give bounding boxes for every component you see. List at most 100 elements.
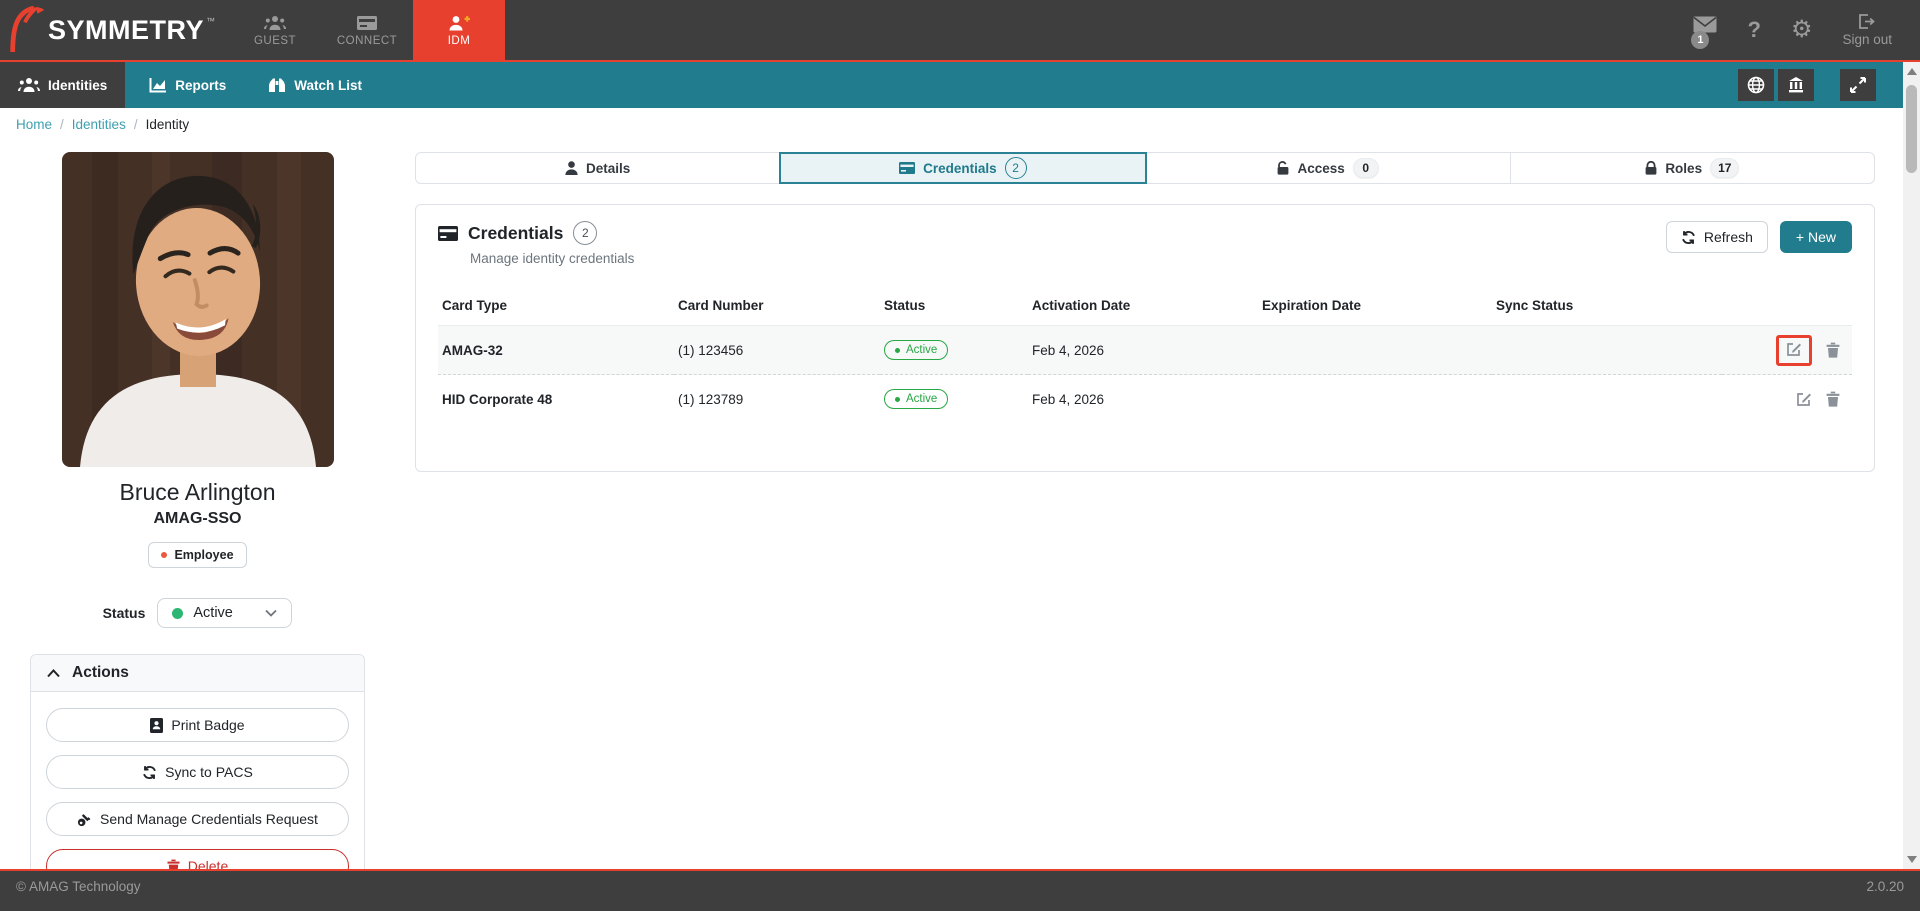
credentials-title: Credentials — [468, 222, 564, 243]
tab-roles[interactable]: Roles 17 — [1509, 152, 1875, 185]
refresh-button[interactable]: Refresh — [1665, 221, 1768, 254]
status-dot-icon — [895, 347, 900, 353]
edit-pencil-icon — [1797, 393, 1811, 407]
status-dot-icon — [895, 396, 900, 402]
credentials-table: Card Type Card Number Status Activation … — [438, 288, 1852, 424]
scrollbar-thumb[interactable] — [1906, 85, 1917, 173]
send-manage-credentials-request-button[interactable]: Send Manage Credentials Request — [46, 802, 349, 837]
edit-pencil-icon — [1787, 343, 1801, 356]
action-label: Print Badge — [171, 717, 245, 734]
trash-icon — [1826, 392, 1840, 407]
status-text: Active — [906, 344, 938, 357]
tab-label: Roles — [1665, 160, 1703, 176]
action-label: Send Manage Credentials Request — [100, 811, 318, 828]
tab-label: Credentials — [923, 160, 997, 176]
tab-label: Access — [1297, 160, 1345, 176]
tab-credentials[interactable]: Credentials 2 — [779, 152, 1147, 185]
chevron-down-icon — [265, 610, 278, 618]
delete-identity-button[interactable]: Delete — [46, 849, 349, 869]
messages-button[interactable]: 1 — [1691, 16, 1717, 49]
nav-item-watch-list[interactable]: Watch List — [250, 62, 380, 108]
app-window: SYMMETRY ™ GUEST CONNECT IDM 1 ? ⚙ Sign … — [0, 0, 1920, 911]
employee-dot-icon — [161, 552, 168, 559]
binoculars-icon — [269, 78, 286, 92]
sign-out-label: Sign out — [1842, 31, 1892, 47]
eagle-logo-icon — [10, 5, 45, 52]
main-content: Bruce Arlington AMAG-SSO Employee Status… — [0, 140, 1920, 869]
module-nav: Identities Reports Watch List — [0, 62, 1920, 108]
sign-out-icon — [1859, 13, 1876, 29]
credit-card-icon — [899, 162, 916, 175]
tab-details[interactable]: Details — [415, 152, 781, 185]
sync-to-pacs-button[interactable]: Sync to PACS — [46, 755, 349, 790]
credential-row: HID Corporate 48 (1) 123789 Active Feb 4… — [438, 374, 1852, 424]
scroll-up-arrow-icon[interactable] — [1906, 68, 1917, 75]
column-header: Sync Status — [1492, 288, 1722, 327]
version-text: 2.0.20 — [1866, 879, 1904, 894]
app-tab-guest[interactable]: GUEST — [229, 0, 321, 62]
identity-tabs: Details Credentials 2 Access 0 Roles 17 — [415, 152, 1875, 185]
breadcrumb-home[interactable]: Home — [16, 117, 52, 132]
delete-credential-button[interactable] — [1826, 391, 1840, 407]
actions-panel-header[interactable]: Actions — [31, 655, 364, 693]
nav-item-label: Identities — [48, 77, 108, 93]
sync-status-cell — [1492, 374, 1722, 424]
breadcrumb-identities[interactable]: Identities — [72, 117, 126, 132]
status-badge: Active — [884, 389, 949, 410]
activation-date-cell: Feb 4, 2026 — [1032, 342, 1105, 358]
tab-label: Details — [585, 160, 631, 176]
nav-item-reports[interactable]: Reports — [131, 62, 244, 108]
activation-date-cell: Feb 4, 2026 — [1028, 374, 1258, 424]
sync-icon — [143, 765, 156, 779]
language-button[interactable] — [1738, 69, 1774, 101]
vertical-scrollbar[interactable] — [1903, 62, 1920, 869]
badge-icon — [150, 717, 164, 733]
card-type-cell: AMAG-32 — [442, 342, 503, 358]
organization-button[interactable] — [1778, 69, 1814, 101]
profile-photo — [61, 152, 334, 468]
edit-credential-button[interactable] — [1796, 391, 1812, 407]
lock-icon — [1645, 161, 1657, 176]
key-icon — [77, 813, 91, 826]
app-tab-idm[interactable]: IDM — [413, 0, 506, 62]
app-tab-label: GUEST — [253, 35, 297, 47]
app-tab-connect[interactable]: CONNECT — [321, 0, 413, 62]
edit-credential-button[interactable] — [1786, 341, 1802, 357]
status-dropdown[interactable]: Active — [157, 598, 293, 629]
identity-detail-panel: Details Credentials 2 Access 0 Roles 17 … — [415, 140, 1875, 869]
app-tab-label: IDM — [447, 35, 471, 47]
nav-tools — [1738, 62, 1920, 108]
help-icon[interactable]: ? — [1747, 17, 1760, 43]
identity-type-label: Employee — [174, 548, 234, 563]
sign-out-button[interactable]: Sign out — [1842, 13, 1892, 47]
tab-access[interactable]: Access 0 — [1145, 152, 1511, 185]
actions-list: Print Badge Sync to PACS Send Manage Cre… — [31, 692, 364, 869]
refresh-icon — [1682, 230, 1695, 244]
column-header: Status — [880, 288, 1028, 327]
profile-panel: Bruce Arlington AMAG-SSO Employee Status… — [30, 140, 365, 869]
breadcrumb-separator: / — [133, 116, 138, 132]
status-value: Active — [193, 605, 233, 622]
header-utilities: 1 ? ⚙ Sign out — [1691, 0, 1920, 60]
identity-type-badge: Employee — [148, 542, 247, 569]
globe-icon — [1747, 76, 1765, 94]
chevron-up-icon — [47, 668, 60, 678]
new-credential-button[interactable]: + New — [1779, 221, 1852, 254]
expiration-date-cell — [1258, 326, 1492, 375]
credential-row: AMAG-32 (1) 123456 Active Feb 4, 2026 — [438, 325, 1852, 375]
card-number-cell: (1) 123789 — [674, 374, 880, 424]
trash-icon — [1826, 343, 1840, 358]
identity-directory: AMAG-SSO — [153, 510, 242, 528]
expand-icon — [1850, 77, 1866, 93]
nav-item-identities[interactable]: Identities — [0, 62, 126, 108]
scroll-down-arrow-icon[interactable] — [1906, 856, 1917, 863]
print-badge-button[interactable]: Print Badge — [46, 708, 349, 743]
actions-title: Actions — [72, 664, 129, 682]
fullscreen-button[interactable] — [1840, 69, 1876, 101]
delete-credential-button[interactable] — [1826, 342, 1840, 358]
tab-count-badge: 2 — [1004, 157, 1027, 180]
gear-icon[interactable]: ⚙ — [1791, 18, 1813, 42]
breadcrumb-separator: / — [60, 116, 64, 132]
user-plus-icon — [449, 16, 471, 31]
new-label: + New — [1795, 229, 1836, 246]
